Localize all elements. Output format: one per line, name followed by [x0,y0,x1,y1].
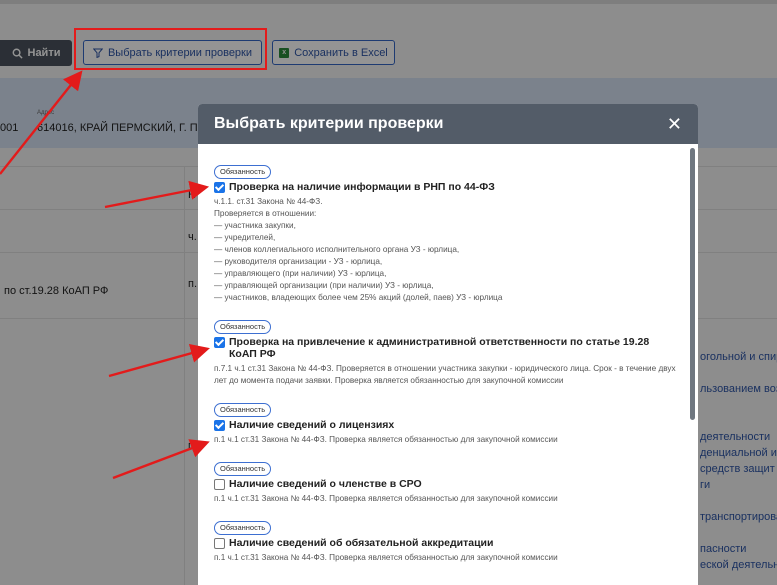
criterion-header: Наличие сведений об обязательной аккреди… [214,537,676,549]
annotation-highlight-box [74,28,267,70]
obligation-badge: Обязанность [214,165,272,179]
criteria-modal: Выбрать критерии проверки ✕ Обязанность П… [198,104,698,585]
criterion-title[interactable]: Наличие сведений о лицензиях [229,419,394,431]
criterion-header: Проверка на привлечение к административн… [214,336,676,360]
criterion-item: Обязанность Проверка на привлечение к адм… [214,316,676,387]
criterion-header: Наличие сведений о членстве в СРО [214,478,676,490]
obligation-badge: Обязанность [214,462,272,476]
criterion-checkbox[interactable] [214,538,225,549]
criterion-item: Обязанность Наличие сведений о лицензиях п… [214,399,676,446]
criterion-title[interactable]: Проверка на наличие информации в РНП по … [229,181,495,193]
criterion-checkbox[interactable] [214,337,225,348]
close-icon[interactable]: ✕ [667,115,682,133]
modal-body: Обязанность Проверка на наличие информаци… [198,144,698,585]
modal-scrollbar[interactable] [690,148,695,420]
criterion-title[interactable]: Наличие сведений о членстве в СРО [229,478,422,490]
criterion-header: Наличие сведений о лицензиях [214,419,676,431]
criterion-description: п.1 ч.1 ст.31 Закона № 44-ФЗ. Проверка я… [214,494,558,503]
modal-header: Выбрать критерии проверки ✕ [198,104,698,144]
criterion-description: п.1 ч.1 ст.31 Закона № 44-ФЗ. Проверка я… [214,553,558,562]
criterion-description: п.1 ч.1 ст.31 Закона № 44-ФЗ. Проверка я… [214,435,558,444]
obligation-badge: Обязанность [214,320,272,334]
criterion-checkbox[interactable] [214,420,225,431]
criterion-item: Обязанность Наличие сведений об обязатель… [214,517,676,564]
criterion-checkbox[interactable] [214,182,225,193]
criterion-item: Обязанность Наличие сведений о членстве в… [214,458,676,505]
criterion-item: Обязанность Проверка на наличие информаци… [214,161,676,304]
obligation-badge: Обязанность [214,403,272,417]
obligation-badge: Обязанность [214,521,272,535]
criteria-list: Обязанность Проверка на наличие информаци… [214,161,682,564]
modal-title: Выбрать критерии проверки [214,115,444,132]
criterion-title[interactable]: Наличие сведений об обязательной аккреди… [229,537,493,549]
criterion-description: ч.1.1. ст.31 Закона № 44-ФЗ. Проверяется… [214,197,503,302]
criterion-checkbox[interactable] [214,479,225,490]
criterion-description: п.7.1 ч.1 ст.31 Закона № 44-ФЗ. Проверяе… [214,364,676,385]
criterion-title[interactable]: Проверка на привлечение к административн… [229,336,676,360]
criterion-header: Проверка на наличие информации в РНП по … [214,181,676,193]
